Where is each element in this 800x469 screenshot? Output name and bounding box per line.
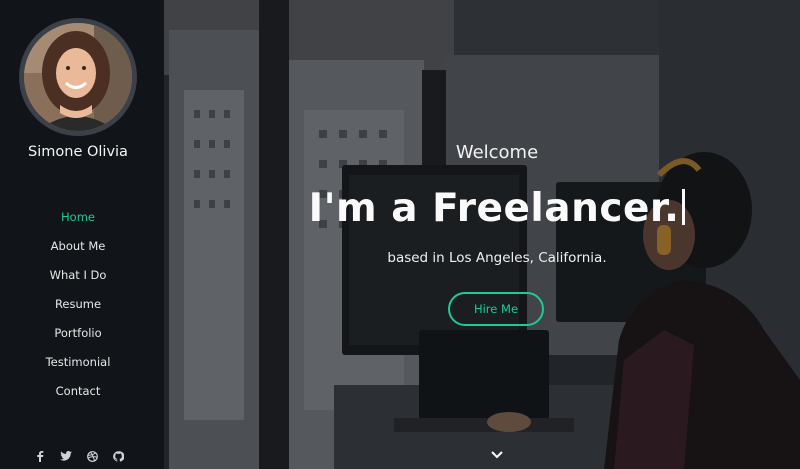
nav-item-contact[interactable]: Contact: [0, 381, 156, 410]
hero-headline-text: I'm a Freelancer.: [308, 186, 680, 231]
hero-headline: I'm a Freelancer.: [164, 186, 800, 231]
github-icon[interactable]: [111, 449, 125, 463]
scroll-down-icon[interactable]: [490, 446, 504, 459]
profile-name: Simone Olivia: [28, 144, 128, 160]
social-links: [33, 449, 125, 463]
nav-item-resume[interactable]: Resume: [0, 294, 156, 323]
nav-item-about-me[interactable]: About Me: [0, 236, 156, 265]
hire-me-button[interactable]: Hire Me: [448, 292, 544, 326]
hero-location: based in Los Angeles, California.: [387, 250, 607, 266]
twitter-icon[interactable]: [59, 449, 73, 463]
typing-cursor: [682, 189, 686, 225]
hero-overlay: [164, 0, 800, 469]
nav-item-what-i-do[interactable]: What I Do: [0, 265, 156, 294]
facebook-icon[interactable]: [33, 449, 47, 463]
nav-item-home[interactable]: Home: [0, 207, 156, 236]
nav-item-testimonial[interactable]: Testimonial: [0, 352, 156, 381]
avatar[interactable]: [24, 23, 132, 131]
nav-item-portfolio[interactable]: Portfolio: [0, 323, 156, 352]
sidebar: Simone Olivia Home About Me What I Do Re…: [0, 0, 164, 469]
avatar-frame: [19, 18, 137, 136]
dribbble-icon[interactable]: [85, 449, 99, 463]
main-nav: Home About Me What I Do Resume Portfolio…: [0, 207, 156, 410]
hero-welcome: Welcome: [455, 142, 539, 163]
hero-section: Welcome I'm a Freelancer. based in Los A…: [164, 0, 800, 469]
